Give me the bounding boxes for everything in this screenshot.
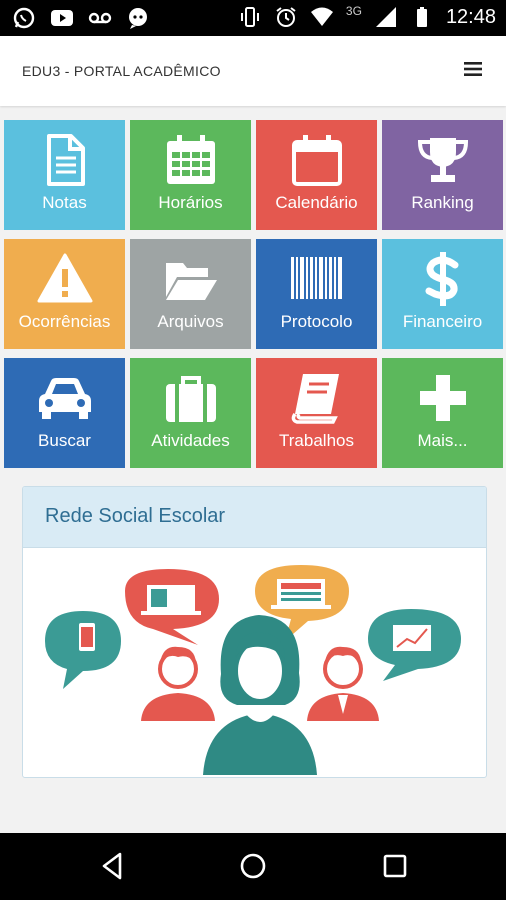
tile-label: Arquivos: [157, 312, 224, 331]
tile-arquivos[interactable]: Arquivos: [130, 239, 251, 349]
dollar-icon: [425, 252, 458, 306]
tile-label: Ocorrências: [18, 312, 111, 331]
tile-protocolo[interactable]: Protocolo: [256, 239, 377, 349]
tile-horarios[interactable]: Horários: [130, 120, 251, 230]
car-icon: [38, 378, 91, 419]
network-type-label: 3G: [345, 4, 362, 18]
social-network-illustration: [45, 565, 461, 775]
tile-calendario[interactable]: Calendário: [256, 120, 377, 230]
warning-icon: [37, 253, 92, 303]
tile-label: Buscar: [38, 431, 91, 450]
tile-label: Calendário: [275, 193, 358, 212]
panel-header: Rede Social Escolar: [23, 487, 486, 548]
tile-label: Ranking: [411, 193, 474, 212]
clock: 12:48: [445, 5, 496, 28]
youtube-icon: [51, 10, 73, 26]
book-icon: [291, 374, 339, 424]
plus-icon: [419, 375, 466, 421]
signal-icon: [375, 7, 396, 27]
panel-title: Rede Social Escolar: [45, 505, 226, 527]
tile-label: Mais...: [417, 431, 468, 450]
chat-icon: [129, 8, 147, 29]
calendar-grid-icon: [166, 135, 215, 184]
battery-icon: [416, 7, 427, 27]
tile-trabalhos[interactable]: Trabalhos: [256, 358, 377, 468]
trophy-icon: [417, 138, 468, 182]
tile-label: Horários: [158, 193, 223, 212]
system-navigation-bar: [0, 833, 506, 900]
hamburger-menu-icon[interactable]: [464, 60, 482, 78]
document-icon: [46, 134, 85, 186]
tile-label: Financeiro: [402, 312, 483, 331]
tile-atividades[interactable]: Atividades: [130, 358, 251, 468]
wifi-icon: [310, 7, 333, 26]
calendar-icon: [291, 135, 342, 186]
tile-notas[interactable]: Notas: [4, 120, 125, 230]
tile-label: Protocolo: [280, 312, 353, 331]
barcode-icon: [290, 257, 342, 299]
recents-button[interactable]: [380, 851, 410, 881]
briefcase-icon: [165, 376, 216, 422]
tile-mais[interactable]: Mais...: [382, 358, 503, 468]
tile-buscar[interactable]: Buscar: [4, 358, 125, 468]
voicemail-icon: [88, 12, 112, 24]
app-bar: EDU3 - PORTAL ACADÊMICO: [0, 36, 506, 106]
alarm-icon: [276, 7, 296, 27]
tile-financeiro[interactable]: Financeiro: [382, 239, 503, 349]
social-network-panel[interactable]: Rede Social Escolar: [22, 486, 487, 778]
home-button[interactable]: [238, 851, 268, 881]
app-title: EDU3 - PORTAL ACADÊMICO: [22, 63, 221, 79]
whatsapp-icon: [13, 7, 35, 29]
tile-ocorrencias[interactable]: Ocorrências: [4, 239, 125, 349]
tile-label: Trabalhos: [279, 431, 354, 450]
vibrate-icon: [240, 7, 259, 27]
back-button[interactable]: [98, 851, 128, 881]
folder-open-icon: [165, 263, 217, 300]
tile-label: Atividades: [151, 431, 230, 450]
tile-ranking[interactable]: Ranking: [382, 120, 503, 230]
status-bar: 3G 12:48: [0, 0, 506, 36]
tile-label: Notas: [42, 193, 87, 212]
